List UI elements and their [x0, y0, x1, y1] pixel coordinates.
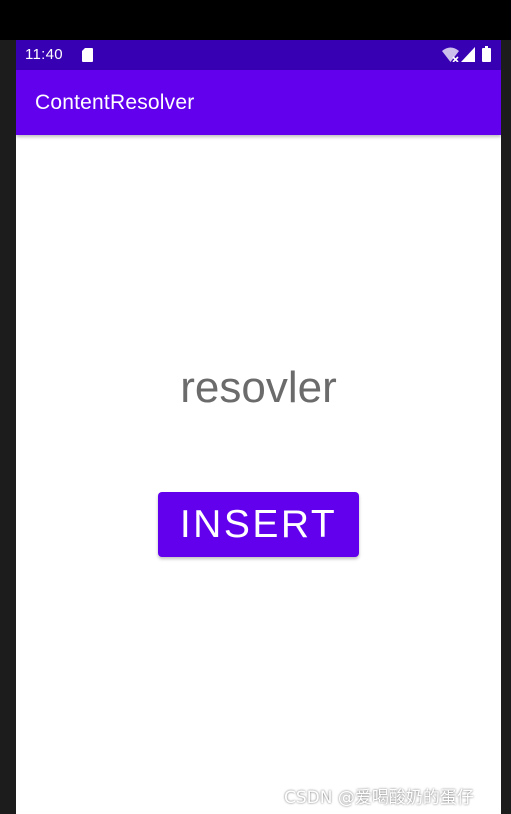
insert-button[interactable]: INSERT [158, 492, 359, 557]
phone-screen: 11:40 ContentResolver resovler INSERT [16, 40, 501, 814]
sd-card-icon [82, 48, 93, 62]
app-bar: ContentResolver [16, 70, 501, 135]
watermark: CSDN @爱喝酸奶的蛋仔 [284, 788, 474, 808]
status-bar: 11:40 [16, 40, 501, 70]
app-title: ContentResolver [35, 91, 195, 114]
wifi-icon [442, 47, 459, 62]
resolver-text: resovler [180, 363, 337, 412]
battery-icon [482, 46, 491, 62]
device-right-bezel [501, 40, 511, 814]
device-frame: 11:40 ContentResolver resovler INSERT CS… [0, 0, 511, 814]
status-time: 11:40 [25, 46, 63, 63]
signal-icon [461, 47, 475, 62]
device-top-bezel [0, 0, 511, 40]
device-left-bezel [0, 40, 16, 814]
